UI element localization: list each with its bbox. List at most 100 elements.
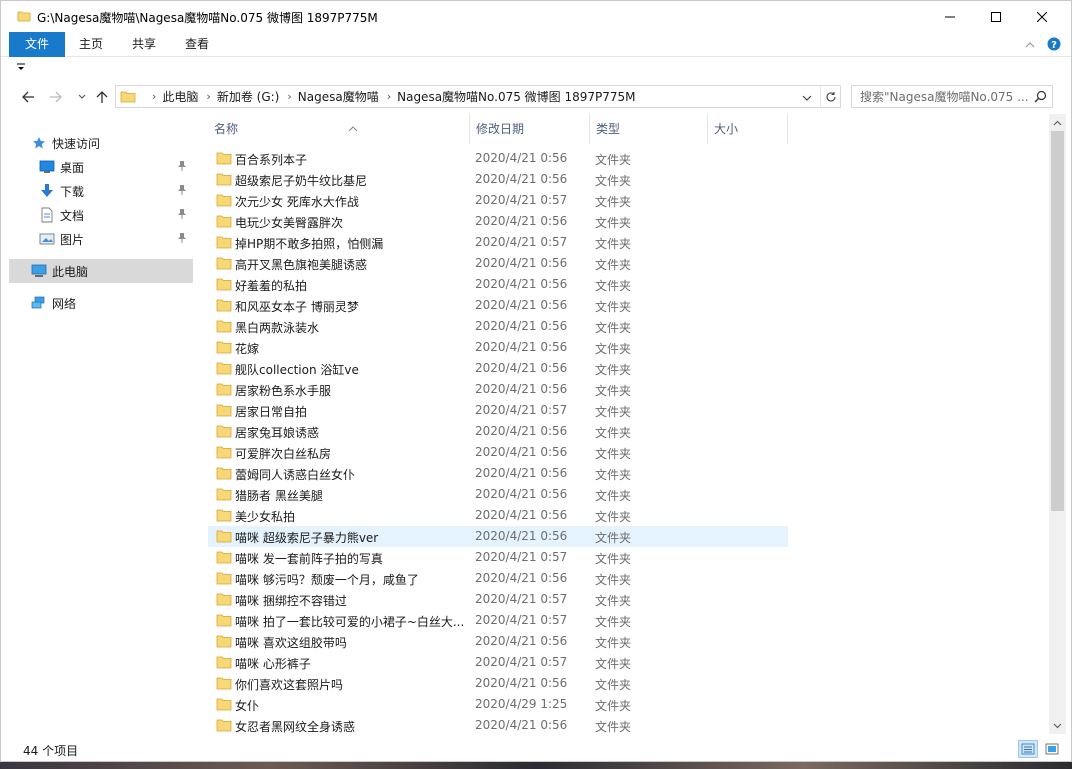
pin-icon[interactable] — [177, 232, 187, 247]
table-row[interactable]: 居家兔耳娘诱惑 2020/4/21 0:56 文件夹 — [208, 421, 788, 442]
tab-home[interactable]: 主页 — [69, 32, 113, 57]
table-row[interactable]: 花嫁 2020/4/21 0:56 文件夹 — [208, 337, 788, 358]
file-name[interactable]: 你们喜欢这套照片吗 — [235, 676, 465, 693]
table-row[interactable]: 猎肠者 黑丝美腿 2020/4/21 0:56 文件夹 — [208, 484, 788, 505]
minimize-button[interactable] — [927, 1, 973, 32]
scroll-down-icon[interactable] — [1049, 717, 1066, 734]
file-name[interactable]: 黑白两款泳装水 — [235, 319, 465, 336]
file-name[interactable]: 次元少女 死库水大作战 — [235, 193, 465, 210]
table-row[interactable]: 电玩少女美臀露胖次 2020/4/21 0:56 文件夹 — [208, 211, 788, 232]
tab-file[interactable]: 文件 — [9, 32, 65, 57]
chevron-right-icon[interactable]: › — [198, 90, 216, 103]
file-name[interactable]: 喵咪 心形裤子 — [235, 655, 465, 672]
file-name[interactable]: 掉HP期不敢多拍照，怕侧漏 — [235, 235, 465, 252]
table-row[interactable]: 女忍者黑网纹全身诱惑 2020/4/21 0:56 文件夹 — [208, 715, 788, 734]
recent-locations-icon[interactable] — [73, 89, 91, 105]
nav-item-downloads[interactable]: 下载 — [39, 179, 189, 203]
file-name[interactable]: 喵咪 拍了一套比较可爱的小裙子~白丝大... — [235, 613, 465, 630]
column-type[interactable]: 类型 — [590, 114, 708, 144]
table-row[interactable]: 高开叉黑色旗袍美腿诱惑 2020/4/21 0:56 文件夹 — [208, 253, 788, 274]
file-name[interactable]: 喵咪 超级索尼子暴力熊ver — [235, 529, 465, 546]
file-name[interactable]: 美少女私拍 — [235, 508, 465, 525]
file-name[interactable]: 蕾姆同人诱惑白丝女仆 — [235, 466, 465, 483]
table-row[interactable]: 喵咪 喜欢这组胶带吗 2020/4/21 0:56 文件夹 — [208, 631, 788, 652]
table-row[interactable]: 喵咪 超级索尼子暴力熊ver 2020/4/21 0:56 文件夹 — [208, 526, 788, 547]
search-input[interactable] — [852, 86, 1030, 107]
search-box[interactable] — [851, 85, 1053, 108]
tab-view[interactable]: 查看 — [173, 32, 221, 57]
vertical-scrollbar[interactable] — [1049, 114, 1066, 734]
nav-quick-access[interactable]: 快速访问 — [31, 131, 191, 155]
details-view-button[interactable] — [1018, 740, 1038, 758]
table-row[interactable]: 次元少女 死库水大作战 2020/4/21 0:57 文件夹 — [208, 190, 788, 211]
maximize-button[interactable] — [973, 1, 1019, 32]
file-name[interactable]: 女忍者黑网纹全身诱惑 — [235, 718, 465, 734]
column-size[interactable]: 大小 — [708, 114, 788, 144]
file-name[interactable]: 高开叉黑色旗袍美腿诱惑 — [235, 256, 465, 273]
crumb-current-folder[interactable]: Nagesa魔物喵No.075 微博图 1897P775M — [397, 88, 635, 105]
table-row[interactable]: 居家粉色系水手服 2020/4/21 0:56 文件夹 — [208, 379, 788, 400]
table-row[interactable]: 舰队collection 浴缸ve 2020/4/21 0:56 文件夹 — [208, 358, 788, 379]
table-row[interactable]: 喵咪 捆绑控不容错过 2020/4/21 0:57 文件夹 — [208, 589, 788, 610]
back-button[interactable] — [19, 89, 37, 105]
nav-network[interactable]: 网络 — [31, 291, 191, 315]
table-row[interactable]: 掉HP期不敢多拍照，怕侧漏 2020/4/21 0:57 文件夹 — [208, 232, 788, 253]
pin-icon[interactable] — [177, 184, 187, 199]
help-icon[interactable]: ? — [1047, 37, 1061, 54]
forward-button[interactable] — [47, 89, 65, 105]
table-row[interactable]: 喵咪 够污吗？颓废一个月，咸鱼了 2020/4/21 0:56 文件夹 — [208, 568, 788, 589]
file-name[interactable]: 居家兔耳娘诱惑 — [235, 424, 465, 441]
table-row[interactable]: 百合系列本子 2020/4/21 0:56 文件夹 — [208, 148, 788, 169]
table-row[interactable]: 喵咪 心形裤子 2020/4/21 0:57 文件夹 — [208, 652, 788, 673]
table-row[interactable]: 你们喜欢这套照片吗 2020/4/21 0:56 文件夹 — [208, 673, 788, 694]
table-row[interactable]: 黑白两款泳装水 2020/4/21 0:56 文件夹 — [208, 316, 788, 337]
table-row[interactable]: 好羞羞的私拍 2020/4/21 0:56 文件夹 — [208, 274, 788, 295]
file-name[interactable]: 喵咪 够污吗？颓废一个月，咸鱼了 — [235, 571, 465, 588]
column-date[interactable]: 修改日期 — [470, 114, 590, 144]
crumb-this-pc[interactable]: 此电脑 — [162, 88, 198, 105]
address-dropdown-icon[interactable] — [802, 91, 812, 105]
file-name[interactable]: 百合系列本子 — [235, 151, 465, 168]
pin-icon[interactable] — [177, 208, 187, 223]
file-name[interactable]: 居家日常自拍 — [235, 403, 465, 420]
pin-icon[interactable] — [177, 160, 187, 175]
file-name[interactable]: 好羞羞的私拍 — [235, 277, 465, 294]
file-name[interactable]: 和风巫女本子 博丽灵梦 — [235, 298, 465, 315]
crumb-parent-folder[interactable]: Nagesa魔物喵 — [298, 88, 379, 105]
file-name[interactable]: 超级索尼子奶牛纹比基尼 — [235, 172, 465, 189]
search-icon[interactable] — [1034, 90, 1047, 106]
column-name[interactable]: 名称 — [208, 114, 470, 144]
table-row[interactable]: 居家日常自拍 2020/4/21 0:57 文件夹 — [208, 400, 788, 421]
table-row[interactable]: 可爱胖次白丝私房 2020/4/21 0:56 文件夹 — [208, 442, 788, 463]
table-row[interactable]: 喵咪 发一套前阵子拍的写真 2020/4/21 0:57 文件夹 — [208, 547, 788, 568]
nav-this-pc[interactable]: 此电脑 — [9, 259, 193, 283]
chevron-right-icon[interactable]: › — [279, 90, 297, 103]
file-name[interactable]: 居家粉色系水手服 — [235, 382, 465, 399]
refresh-button[interactable] — [820, 86, 840, 107]
chevron-right-icon[interactable]: › — [379, 90, 397, 103]
crumb-drive[interactable]: 新加卷 (G:) — [217, 88, 280, 105]
table-row[interactable]: 喵咪 拍了一套比较可爱的小裙子~白丝大... 2020/4/21 0:57 文件夹 — [208, 610, 788, 631]
file-name[interactable]: 喵咪 发一套前阵子拍的写真 — [235, 550, 465, 567]
close-button[interactable] — [1019, 1, 1065, 32]
tab-share[interactable]: 共享 — [121, 32, 167, 57]
file-name[interactable]: 花嫁 — [235, 340, 465, 357]
table-row[interactable]: 和风巫女本子 博丽灵梦 2020/4/21 0:56 文件夹 — [208, 295, 788, 316]
up-button[interactable] — [93, 89, 111, 105]
large-icons-view-button[interactable] — [1042, 740, 1062, 758]
file-name[interactable]: 猎肠者 黑丝美腿 — [235, 487, 465, 504]
address-bar[interactable]: › 此电脑 › 新加卷 (G:) › Nagesa魔物喵 › Nagesa魔物喵… — [115, 85, 841, 108]
customize-toolbar-icon[interactable] — [16, 61, 26, 75]
table-row[interactable]: 超级索尼子奶牛纹比基尼 2020/4/21 0:56 文件夹 — [208, 169, 788, 190]
file-name[interactable]: 可爱胖次白丝私房 — [235, 445, 465, 462]
table-row[interactable]: 蕾姆同人诱惑白丝女仆 2020/4/21 0:56 文件夹 — [208, 463, 788, 484]
table-row[interactable]: 美少女私拍 2020/4/21 0:56 文件夹 — [208, 505, 788, 526]
nav-item-pictures[interactable]: 图片 — [39, 227, 189, 251]
file-name[interactable]: 喵咪 喜欢这组胶带吗 — [235, 634, 465, 651]
file-name[interactable]: 喵咪 捆绑控不容错过 — [235, 592, 465, 609]
table-row[interactable]: 女仆 2020/4/29 1:25 文件夹 — [208, 694, 788, 715]
scroll-up-icon[interactable] — [1049, 114, 1066, 131]
nav-item-documents[interactable]: 文档 — [39, 203, 189, 227]
expand-ribbon-icon[interactable] — [1025, 38, 1035, 52]
file-name[interactable]: 舰队collection 浴缸ve — [235, 361, 465, 378]
